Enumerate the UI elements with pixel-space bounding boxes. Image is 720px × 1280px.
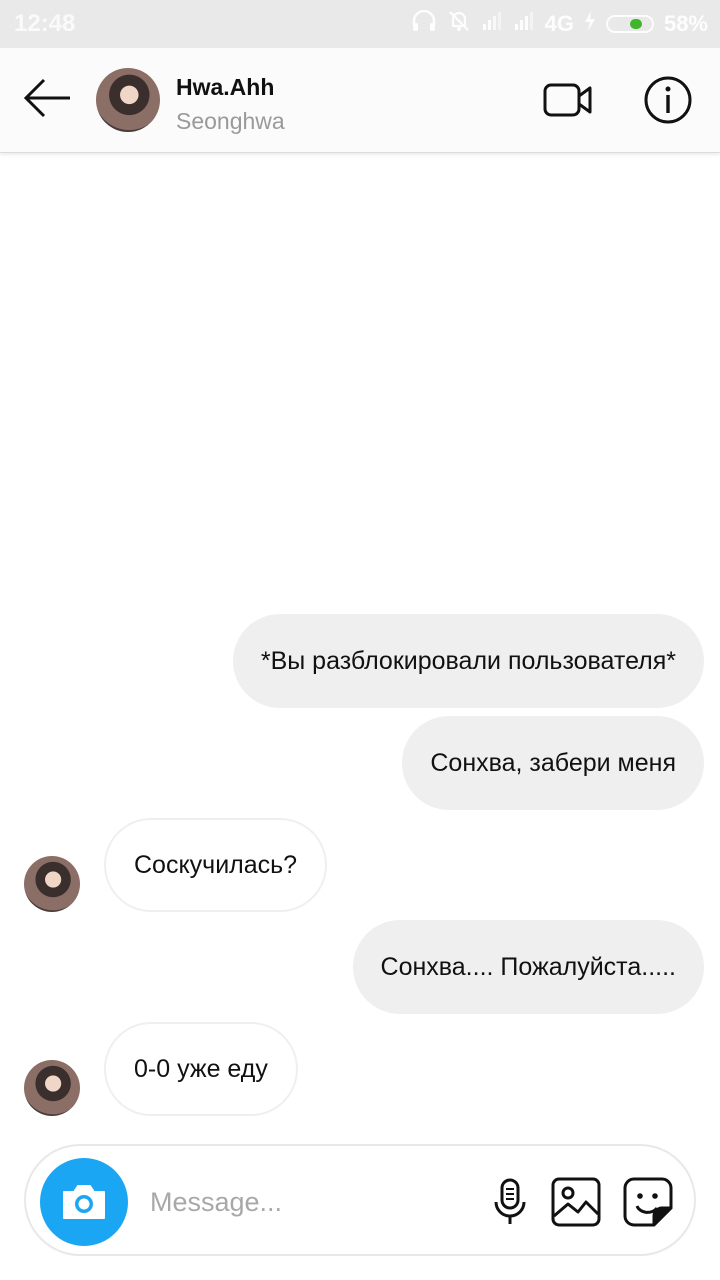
headphones-icon [411,9,437,39]
sticker-icon [623,1177,673,1227]
signal-icon [513,10,535,38]
gallery-icon [551,1177,601,1227]
camera-icon [63,1185,105,1219]
charging-icon [584,10,596,38]
chat-header: Hwa.Ahh Seonghwa [0,48,720,153]
camera-button[interactable] [40,1158,128,1246]
display-name: Seonghwa [176,108,285,134]
back-arrow-icon [23,78,70,118]
status-icons: 4G 58% [411,9,708,39]
microphone-icon [494,1178,526,1224]
bell-off-icon [447,9,471,39]
battery-icon [605,15,654,33]
avatar[interactable] [96,68,160,132]
status-bar: 12:48 4G 58% [0,0,720,48]
message-input[interactable] [148,1176,462,1228]
sender-avatar[interactable] [24,856,80,912]
username[interactable]: Hwa.Ahh [176,74,274,101]
message-bubble-incoming[interactable]: Соскучилась? [104,818,328,912]
network-type: 4G [544,11,574,36]
sender-avatar[interactable] [24,1060,80,1116]
info-icon [644,76,692,124]
back-button[interactable] [22,76,74,120]
message-bubble-outgoing[interactable]: *Вы разблокировали пользователя* [232,614,704,708]
battery-percent: 58% [663,11,708,36]
video-call-button[interactable] [542,74,594,126]
status-time: 12:48 [14,10,76,37]
gallery-button[interactable] [550,1176,602,1228]
message-bubble-outgoing[interactable]: Сонхва.... Пожалуйста..... [352,920,704,1014]
voice-message-button[interactable] [484,1176,536,1228]
sticker-button[interactable] [622,1176,674,1228]
battery-fill [629,19,642,29]
message-composer [24,1144,696,1256]
info-button[interactable] [642,74,694,126]
message-bubble-outgoing[interactable]: Сонхва, забери меня [402,716,704,810]
message-bubble-incoming[interactable]: 0-0 уже еду [104,1022,298,1116]
video-call-icon [543,83,592,117]
signal-icon [481,10,503,38]
